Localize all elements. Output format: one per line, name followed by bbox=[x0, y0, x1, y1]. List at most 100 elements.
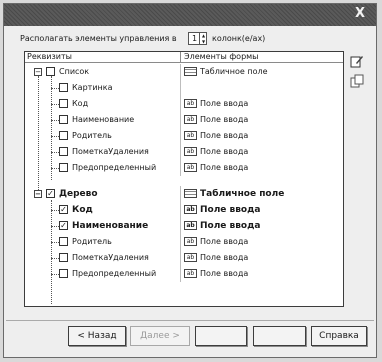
row-element-label: Поле ввода bbox=[200, 237, 249, 246]
title-bar[interactable]: X bbox=[4, 4, 376, 26]
row-checkbox[interactable] bbox=[59, 237, 68, 246]
row-element[interactable]: ab Поле ввода bbox=[184, 112, 339, 128]
row-element-label: Поле ввода bbox=[200, 131, 249, 140]
tree-line bbox=[51, 242, 59, 243]
spinner-arrows-icon[interactable]: ▲ ▼ bbox=[199, 33, 207, 44]
row-name: Родитель bbox=[72, 131, 112, 140]
header-elements: Элементы формы bbox=[180, 52, 334, 62]
input-field-icon: ab bbox=[184, 131, 197, 140]
row-name: ПометкаУдаления bbox=[72, 253, 149, 262]
input-field-icon: ab bbox=[184, 205, 197, 214]
input-field-icon: ab bbox=[184, 237, 197, 246]
input-field-icon: ab bbox=[184, 269, 197, 278]
table-icon bbox=[184, 67, 197, 76]
columns-value[interactable]: 1 bbox=[190, 33, 199, 44]
tree-line bbox=[51, 274, 59, 275]
column-divider bbox=[180, 234, 181, 250]
row-element[interactable]: ab Поле ввода bbox=[184, 144, 339, 160]
column-divider bbox=[180, 202, 181, 218]
row-element[interactable]: Табличное поле bbox=[184, 64, 339, 80]
columns-setting: Располагать элементы управления в 1 ▲ ▼ к… bbox=[20, 31, 360, 47]
table-row[interactable]: ✓ Код ab Поле ввода bbox=[25, 202, 343, 218]
row-element[interactable]: ab Поле ввода bbox=[184, 202, 339, 218]
row-element[interactable]: ab Поле ввода bbox=[184, 128, 339, 144]
row-element[interactable]: ab Поле ввода bbox=[184, 234, 339, 250]
collapse-icon[interactable]: − bbox=[34, 190, 42, 198]
table-row[interactable]: Родитель ab Поле ввода bbox=[25, 234, 343, 250]
row-element-label: Поле ввода bbox=[200, 115, 249, 124]
table-icon bbox=[184, 189, 197, 198]
row-checkbox-checked[interactable]: ✓ bbox=[46, 189, 55, 198]
table-row[interactable]: ПометкаУдаления ab Поле ввода bbox=[25, 144, 343, 160]
close-icon[interactable]: X bbox=[353, 6, 367, 22]
table-row[interactable]: Картинка bbox=[25, 80, 343, 96]
table-row[interactable]: ✓ Наименование ab Поле ввода bbox=[25, 218, 343, 234]
collapse-icon[interactable]: − bbox=[34, 68, 42, 76]
columns-suffix: колонк(е/ах) bbox=[212, 34, 266, 43]
row-element[interactable]: ab Поле ввода bbox=[184, 250, 339, 266]
row-name: Предопределенный bbox=[72, 163, 157, 172]
row-checkbox[interactable] bbox=[59, 163, 68, 172]
row-name: Дерево bbox=[59, 189, 98, 199]
row-element[interactable]: ab Поле ввода bbox=[184, 218, 339, 234]
row-element-label: Поле ввода bbox=[200, 253, 249, 262]
input-field-icon: ab bbox=[184, 147, 197, 156]
input-field-icon: ab bbox=[184, 163, 197, 172]
table-row[interactable]: − ✓ Дерево Табличное поле bbox=[25, 186, 343, 202]
table-row[interactable]: ПометкаУдаления ab Поле ввода bbox=[25, 250, 343, 266]
table-row[interactable]: Наименование ab Поле ввода bbox=[25, 112, 343, 128]
column-divider bbox=[180, 250, 181, 266]
column-divider bbox=[180, 128, 181, 144]
table-row[interactable]: Код ab Поле ввода bbox=[25, 96, 343, 112]
row-element[interactable] bbox=[184, 80, 339, 96]
row-name: Наименование bbox=[72, 221, 149, 231]
tree-line bbox=[51, 210, 59, 211]
dialog-title bbox=[12, 7, 312, 23]
tree-line bbox=[51, 152, 59, 153]
columns-spinner[interactable]: 1 ▲ ▼ bbox=[188, 32, 207, 45]
row-checkbox[interactable] bbox=[59, 131, 68, 140]
input-field-icon: ab bbox=[184, 221, 197, 230]
row-checkbox-checked[interactable]: ✓ bbox=[59, 205, 68, 214]
row-element[interactable]: Табличное поле bbox=[184, 186, 339, 202]
columns-label: Располагать элементы управления в bbox=[20, 34, 177, 43]
row-element[interactable]: ab Поле ввода bbox=[184, 160, 339, 176]
row-element-label: Табличное поле bbox=[200, 189, 285, 199]
column-divider bbox=[180, 64, 181, 80]
row-element-label: Поле ввода bbox=[200, 163, 249, 172]
row-element[interactable]: ab Поле ввода bbox=[184, 96, 339, 112]
edit-icon[interactable] bbox=[350, 54, 364, 68]
row-checkbox[interactable] bbox=[59, 115, 68, 124]
row-name: Код bbox=[72, 205, 93, 215]
table-row[interactable]: Предопределенный ab Поле ввода bbox=[25, 160, 343, 176]
row-element[interactable]: ab Поле ввода bbox=[184, 266, 339, 282]
column-divider bbox=[180, 186, 181, 202]
row-name: Код bbox=[72, 99, 89, 108]
row-name: ПометкаУдаления bbox=[72, 147, 149, 156]
column-divider bbox=[180, 218, 181, 234]
row-checkbox-checked[interactable]: ✓ bbox=[59, 221, 68, 230]
row-checkbox[interactable] bbox=[59, 269, 68, 278]
copy-icon[interactable] bbox=[350, 74, 364, 88]
table-row[interactable]: Предопределенный ab Поле ввода bbox=[25, 266, 343, 282]
row-element-label: Поле ввода bbox=[200, 205, 261, 215]
tree-line bbox=[51, 168, 59, 169]
cancel-button[interactable] bbox=[253, 326, 306, 346]
table-row[interactable]: − Список Табличное поле bbox=[25, 64, 343, 80]
row-element-label: Поле ввода bbox=[200, 269, 249, 278]
row-checkbox[interactable] bbox=[46, 67, 55, 76]
next-button[interactable]: Далее > bbox=[130, 326, 190, 346]
props-grid[interactable]: Реквизиты Элементы формы − Список Таблич… bbox=[24, 51, 344, 307]
column-divider bbox=[180, 80, 181, 96]
row-checkbox[interactable] bbox=[59, 99, 68, 108]
row-element-label: Табличное поле bbox=[200, 67, 268, 76]
help-button[interactable]: Справка bbox=[311, 326, 367, 346]
input-field-icon: ab bbox=[184, 253, 197, 262]
done-button[interactable] bbox=[195, 326, 247, 346]
tree-line bbox=[51, 88, 59, 89]
row-checkbox[interactable] bbox=[59, 253, 68, 262]
back-button[interactable]: < Назад bbox=[68, 326, 126, 346]
row-checkbox[interactable] bbox=[59, 147, 68, 156]
table-row[interactable]: Родитель ab Поле ввода bbox=[25, 128, 343, 144]
row-checkbox[interactable] bbox=[59, 83, 68, 92]
